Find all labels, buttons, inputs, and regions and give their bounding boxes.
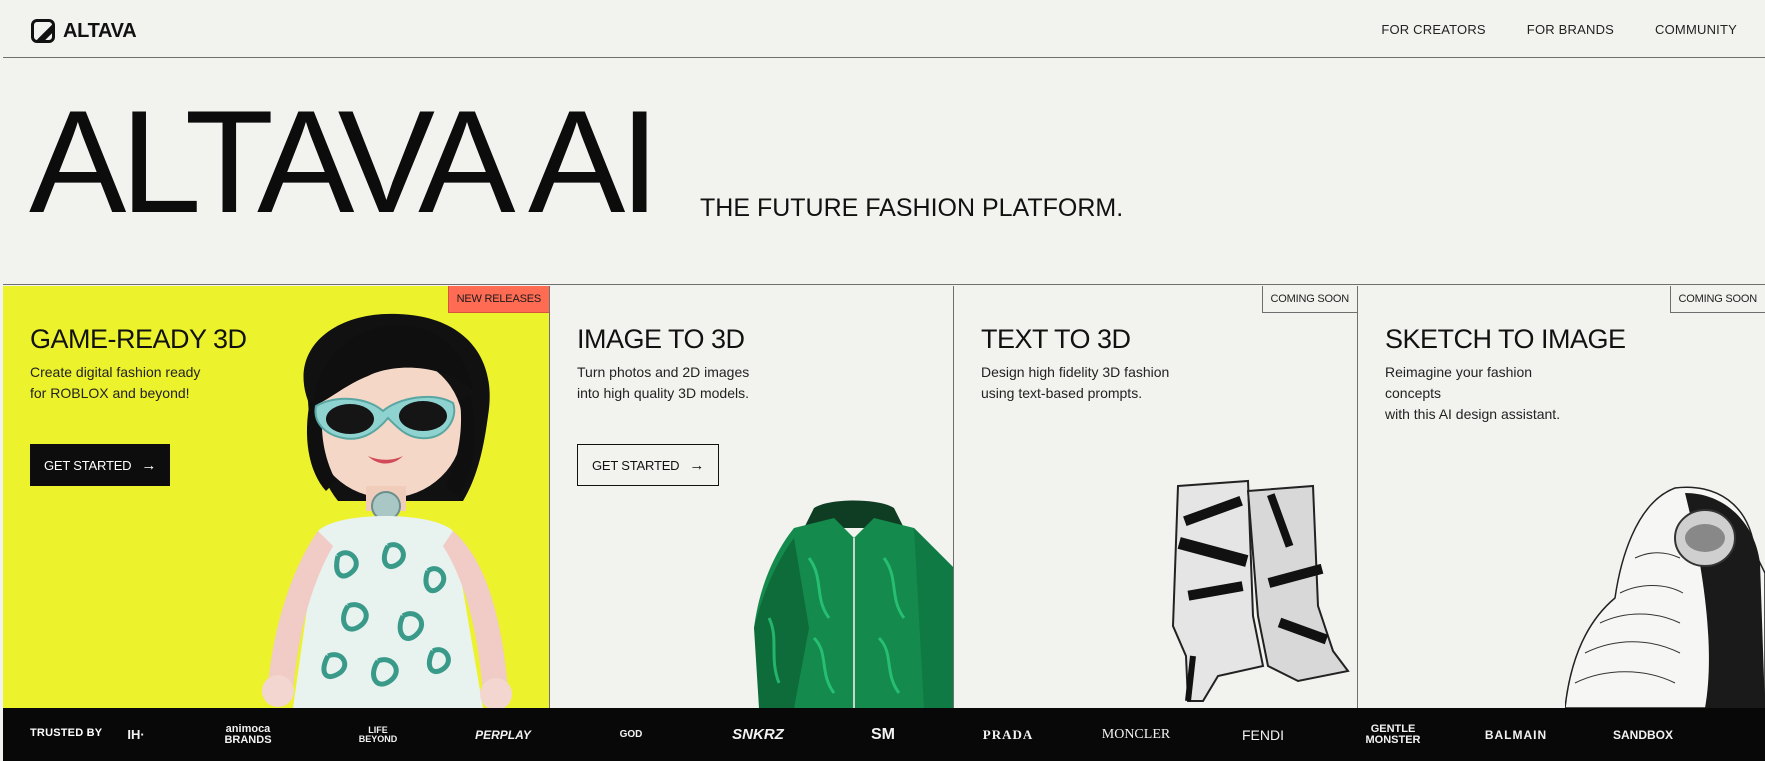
hero-subtitle: THE FUTURE FASHION PLATFORM.: [700, 194, 1124, 222]
nav-for-creators[interactable]: FOR CREATORS: [1381, 22, 1485, 37]
brand-name: GENTLE MONSTER: [1365, 722, 1421, 746]
brand-name: SNKRZ: [732, 726, 784, 743]
card-description: Create digital fashion ready for ROBLOX …: [30, 362, 230, 404]
brand-logo-fendi: FENDI: [1238, 708, 1288, 761]
logo-text: ALTAVA: [63, 19, 137, 42]
hero-title: ALTAVA AI: [29, 80, 660, 243]
brand-name: BALMAIN: [1484, 727, 1548, 742]
card-text-to-3d[interactable]: COMING SOON TEXT TO 3D Design high fidel…: [954, 286, 1358, 708]
brand-name: PRADA: [982, 727, 1034, 742]
top-nav: FOR CREATORS FOR BRANDS COMMUNITY: [1381, 22, 1737, 37]
brand-name: LIFE BEYOND: [358, 724, 398, 744]
brand-name: FENDI: [1242, 726, 1284, 743]
nav-for-brands[interactable]: FOR BRANDS: [1527, 22, 1614, 37]
green-jacket-image: [754, 500, 953, 708]
brand-name: animoca BRANDS: [224, 722, 272, 746]
card-desc-line: using text-based prompts.: [981, 385, 1143, 401]
brand-logo-ih: IH·: [121, 708, 151, 761]
card-title: SKETCH TO IMAGE: [1385, 324, 1626, 354]
brand-logo-animoca: animoca BRANDS: [213, 708, 283, 761]
puffer-jacket-sketch-image: [1565, 486, 1765, 708]
card-desc-line: for ROBLOX and beyond!: [30, 385, 190, 401]
brand-name: MONCLER: [1101, 726, 1171, 742]
arrow-right-icon: →: [141, 456, 157, 474]
card-desc-line: Design high fidelity 3D fashion: [981, 364, 1170, 380]
trusted-by-label: TRUSTED BY: [30, 727, 103, 739]
brand-name: IH·: [127, 727, 145, 742]
card-description: Design high fidelity 3D fashion using te…: [981, 362, 1181, 404]
site-header: ALTAVA FOR CREATORS FOR BRANDS COMMUNITY: [3, 3, 1765, 58]
card-image-to-3d[interactable]: IMAGE TO 3D Turn photos and 2D images in…: [550, 286, 954, 708]
trusted-by-bar: TRUSTED BY IH· animoca BRANDS LIFE BEYON…: [3, 708, 1765, 761]
coming-soon-badge: COMING SOON: [1669, 286, 1765, 313]
brand-logo-life-beyond: LIFE BEYOND: [348, 708, 408, 761]
cta-label: GET STARTED: [592, 457, 680, 473]
arrow-right-icon: →: [689, 456, 705, 474]
brand-name: GOD: [619, 728, 643, 740]
card-desc-line: Turn photos and 2D images: [577, 364, 750, 380]
card-title: GAME-READY 3D: [30, 324, 247, 354]
altava-logo-icon: [31, 19, 55, 43]
feature-cards: NEW RELEASES GAME-READY 3D Create digita…: [3, 286, 1765, 708]
get-started-button[interactable]: GET STARTED →: [577, 444, 720, 486]
card-desc-line: into high quality 3D models.: [577, 385, 749, 401]
card-description: Reimagine your fashion concepts with thi…: [1385, 362, 1585, 425]
logo[interactable]: ALTAVA: [31, 19, 137, 43]
avatar-character-image: [262, 313, 512, 708]
brand-logo-moncler: MONCLER: [1101, 708, 1171, 761]
brand-logo-god: GOD: [611, 708, 651, 761]
brand-logo-sm: SM: [863, 708, 903, 761]
brand-logo-balmain: BALMAIN: [1481, 708, 1551, 761]
nav-community[interactable]: COMMUNITY: [1655, 22, 1737, 37]
brand-name: SANDBOX: [1612, 727, 1673, 742]
coming-soon-badge: COMING SOON: [1261, 286, 1357, 313]
brand-logo-sandbox: SANDBOX: [1608, 708, 1678, 761]
brand-logo-perplay: PERPLAY: [468, 708, 538, 761]
card-sketch-to-image[interactable]: COMING SOON SKETCH TO IMAGE Reimagine yo…: [1358, 286, 1765, 708]
card-desc-line: Create digital fashion ready: [30, 364, 201, 380]
cta-label: GET STARTED: [44, 457, 132, 473]
card-desc-line: Reimagine your fashion concepts: [1385, 364, 1533, 401]
card-title: TEXT TO 3D: [981, 324, 1131, 354]
get-started-button[interactable]: GET STARTED →: [30, 444, 171, 486]
card-description: Turn photos and 2D images into high qual…: [577, 362, 777, 404]
card-desc-line: with this AI design assistant.: [1385, 406, 1561, 422]
card-game-ready-3d[interactable]: NEW RELEASES GAME-READY 3D Create digita…: [3, 286, 550, 708]
hero: ALTAVA AI THE FUTURE FASHION PLATFORM.: [3, 59, 1765, 285]
brand-name: PERPLAY: [475, 727, 531, 742]
brand-logo-prada: PRADA: [978, 708, 1038, 761]
card-title: IMAGE TO 3D: [577, 324, 745, 354]
brand-name: SM: [871, 725, 895, 743]
brand-logo-snkrz: SNKRZ: [728, 708, 788, 761]
boots-image: [1171, 479, 1350, 702]
brand-logo-gentle-monster: GENTLE MONSTER: [1343, 708, 1443, 761]
